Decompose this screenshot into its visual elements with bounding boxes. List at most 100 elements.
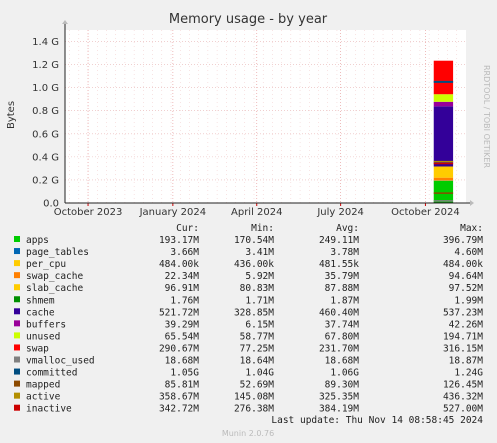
x-tick-label: January 2024 [139, 207, 207, 218]
legend-value: 328.85M [234, 307, 274, 318]
legend-value: 193.17M [159, 235, 199, 246]
legend-value: 22.34M [165, 271, 200, 282]
area-slab_cache [433, 166, 454, 178]
legend-value: 436.00k [234, 259, 274, 270]
rrdtool-watermark: RRDTOOL / TOBI OETIKER [482, 65, 491, 168]
plot-area [65, 30, 466, 203]
legend-value: 484.00k [159, 259, 199, 270]
legend-label-apps: apps [26, 235, 49, 246]
legend-col-header: Cur: [176, 223, 199, 234]
legend-value: 396.79M [443, 235, 483, 246]
legend-value: 325.35M [319, 392, 359, 403]
legend-swatch-swap_cache [14, 272, 20, 279]
area-buffers [433, 101, 454, 107]
legend-swatch-shmem [14, 296, 20, 303]
legend-value: 1.87M [330, 295, 359, 306]
legend-value: 384.19M [319, 404, 359, 415]
legend-value: 3.78M [330, 247, 359, 258]
legend-label-committed: committed [26, 368, 77, 379]
legend-swatch-inactive [14, 404, 20, 411]
legend-value: 249.11M [319, 235, 359, 246]
legend-label-vmalloc_used: vmalloc_used [26, 356, 95, 367]
y-tick-label: 1.2 G [32, 60, 59, 71]
legend-label-swap: swap [26, 343, 49, 354]
legend-value: 1.24G [454, 368, 483, 379]
legend-label-cache: cache [26, 307, 55, 318]
x-tick-label: April 2024 [231, 207, 282, 218]
legend-value: 1.06G [330, 368, 359, 379]
legend-value: 97.52M [449, 283, 484, 294]
legend-label-active: active [26, 392, 61, 403]
area-per_cpu [433, 180, 454, 181]
legend-value: 96.91M [165, 283, 200, 294]
area-swap_cache [433, 177, 454, 181]
legend-value: 276.38M [234, 404, 274, 415]
memory-usage-chart: 0.0 0.2 G 0.4 G 0.6 G 0.8 G 1.0 G 1.2 G 1.4 G Oc… [0, 0, 497, 443]
legend-swatch-cache [14, 308, 20, 315]
legend-swatch-committed [14, 368, 20, 375]
munin-version: Munin 2.0.76 [222, 429, 274, 438]
area-unused [433, 94, 454, 102]
legend-value: 6.15M [245, 319, 274, 330]
legend-value: 436.32M [443, 392, 483, 403]
legend-value: 537.23M [443, 307, 483, 318]
y-tick-label: 0.2 G [32, 175, 59, 186]
legend-value: 3.41M [245, 247, 274, 258]
legend-value: 4.60M [454, 247, 483, 258]
legend-col-header: Min: [251, 223, 274, 234]
legend-value: 94.64M [449, 271, 484, 282]
legend-swatch-mapped [14, 380, 20, 387]
area-apps [433, 180, 454, 203]
legend-label-inactive: inactive [26, 404, 72, 415]
legend-value: 5.92M [245, 271, 274, 282]
legend-value: 77.25M [240, 343, 275, 354]
legend-value: 67.80M [325, 331, 360, 342]
legend-value: 3.66M [170, 247, 199, 258]
legend-value: 80.83M [240, 283, 275, 294]
y-tick-label: 0.8 G [32, 106, 59, 117]
legend-swatch-unused [14, 332, 20, 339]
legend-value: 170.54M [234, 235, 274, 246]
legend-value: 18.64M [240, 356, 275, 367]
legend-label-shmem: shmem [26, 295, 55, 306]
legend-col-header: Avg: [336, 223, 359, 234]
legend-swatch-vmalloc_used [14, 356, 20, 363]
legend-value: 42.26M [449, 319, 484, 330]
legend-value: 35.79M [325, 271, 360, 282]
legend-value: 358.67M [159, 392, 199, 403]
y-tick-label: 1.0 G [32, 83, 59, 94]
legend-value: 521.72M [159, 307, 199, 318]
x-tick-label: July 2024 [316, 207, 364, 218]
legend-value: 87.88M [325, 283, 360, 294]
legend-value: 1.76M [170, 295, 199, 306]
legend-swatch-apps [14, 236, 20, 242]
legend-swatch-page_tables [14, 248, 20, 255]
legend-value: 18.87M [449, 356, 484, 367]
legend-swatch-per_cpu [14, 260, 20, 267]
y-tick-label: 0.4 G [32, 152, 59, 163]
legend-value: 85.81M [165, 380, 200, 391]
y-axis-label: Bytes [6, 101, 17, 129]
legend-value: 527.00M [443, 404, 483, 415]
legend-col-header: Max: [460, 223, 483, 234]
legend-value: 18.68M [165, 356, 200, 367]
legend-value: 39.29M [165, 319, 200, 330]
legend-value: 484.00k [443, 259, 483, 270]
legend-value: 290.67M [159, 343, 199, 354]
legend-value: 89.30M [325, 380, 360, 391]
legend-value: 58.77M [240, 331, 275, 342]
legend-value: 1.99M [454, 295, 483, 306]
legend-label-page_tables: page_tables [26, 247, 89, 258]
legend-value: 52.69M [240, 380, 275, 391]
last-update: Last update: Thu Nov 14 08:58:45 2024 [271, 415, 483, 426]
legend-label-buffers: buffers [26, 319, 66, 330]
x-tick-label: October 2023 [54, 207, 123, 218]
area-swap [433, 60, 454, 95]
y-tick-label: 0.6 G [32, 129, 59, 140]
x-tick-label: October 2024 [391, 207, 460, 218]
legend-swatch-swap [14, 344, 20, 351]
legend-value: 460.40M [319, 307, 359, 318]
legend-value: 126.45M [443, 380, 483, 391]
legend-label-swap_cache: swap_cache [26, 271, 83, 282]
area-cache [433, 106, 454, 167]
